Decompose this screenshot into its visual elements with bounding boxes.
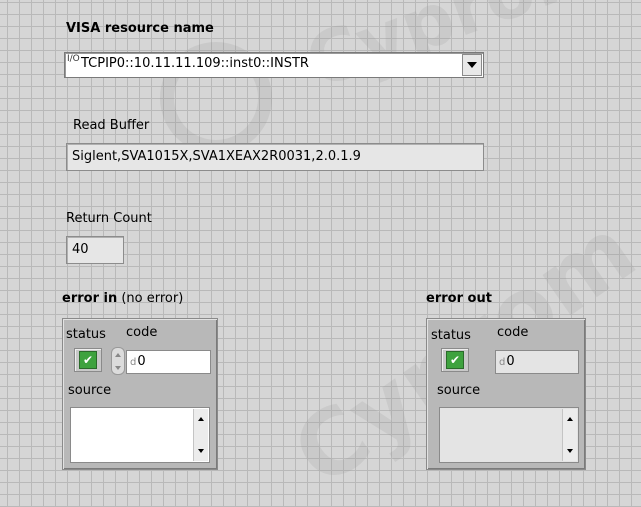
arrow-up-icon	[115, 352, 121, 357]
visa-resource-label: VISA resource name	[66, 21, 214, 36]
return-count-label: Return Count	[66, 211, 152, 226]
error-out-code-radix: d	[499, 357, 506, 368]
error-in-code-increment[interactable]	[111, 347, 125, 375]
read-buffer-label: Read Buffer	[73, 118, 150, 133]
error-out-code-field: d0	[495, 350, 579, 374]
error-in-code-label: code	[126, 325, 158, 340]
error-out-title: error out	[426, 291, 492, 306]
arrow-down-icon	[115, 365, 121, 370]
error-in-code-field[interactable]: d0	[126, 350, 211, 374]
error-out-code-label: code	[497, 325, 529, 340]
checkmark-icon: ✔	[446, 351, 464, 369]
scroll-up-icon[interactable]	[198, 417, 204, 421]
error-in-source-label: source	[68, 383, 112, 398]
chevron-down-icon	[467, 62, 477, 68]
visa-resource-control[interactable]: I/O TCPIP0::10.11.11.109::inst0::INSTR	[64, 52, 484, 78]
error-in-source-field[interactable]	[70, 407, 210, 463]
visa-dropdown-button[interactable]	[462, 54, 482, 76]
error-out-status-label: status	[431, 328, 471, 343]
error-in-status-checkbox[interactable]: ✔	[74, 348, 102, 372]
return-count-indicator: 40	[66, 236, 124, 264]
error-in-title: error in (no error)	[62, 291, 183, 306]
error-in-subtitle: (no error)	[121, 291, 184, 306]
read-buffer-indicator: Siglent,SVA1015X,SVA1XEAX2R0031,2.0.1.9	[66, 143, 484, 171]
error-in-code-value: 0	[137, 354, 146, 369]
error-out-source-scrollbar[interactable]	[562, 409, 577, 461]
error-in-cluster: status code ✔ d0 source	[62, 318, 218, 470]
error-out-source-field	[439, 407, 579, 463]
scroll-up-icon[interactable]	[567, 417, 573, 421]
scroll-down-icon[interactable]	[198, 449, 204, 453]
error-out-code-value: 0	[506, 354, 515, 369]
error-in-status-label: status	[66, 327, 106, 342]
error-in-code-radix: d	[130, 357, 137, 368]
error-out-cluster: status code ✔ d0 source	[426, 318, 586, 470]
visa-io-icon: I/O	[67, 54, 80, 64]
error-in-source-scrollbar[interactable]	[193, 409, 208, 461]
error-out-status-indicator: ✔	[441, 348, 469, 372]
visa-resource-value: TCPIP0::10.11.11.109::inst0::INSTR	[81, 56, 309, 71]
scroll-down-icon[interactable]	[567, 449, 573, 453]
error-out-source-label: source	[437, 383, 481, 398]
checkmark-icon: ✔	[79, 351, 97, 369]
error-in-label: error in	[62, 291, 118, 306]
